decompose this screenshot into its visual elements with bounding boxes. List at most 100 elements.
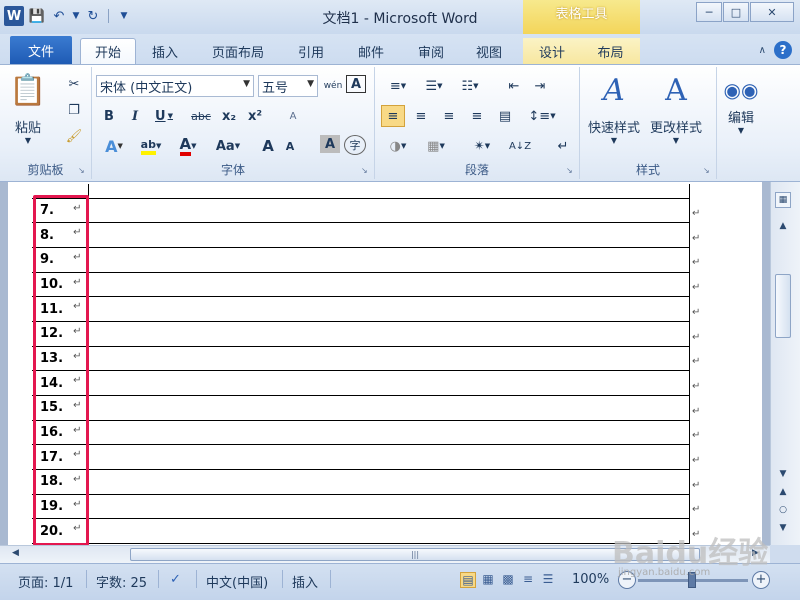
bold-button[interactable]: B (98, 105, 120, 127)
row-number-cell[interactable]: 17. ↵ (32, 444, 89, 471)
table-row[interactable]: 14. ↵ (32, 370, 690, 396)
table-row[interactable]: 19. ↵ (32, 494, 690, 520)
tab-review[interactable]: 审阅 (406, 38, 456, 64)
row-body-cell[interactable] (88, 296, 690, 322)
align-left-button[interactable]: ≡ (381, 105, 405, 127)
row-number-cell[interactable]: 15. ↵ (32, 395, 89, 421)
language-status[interactable]: 中文(中国) (206, 572, 268, 591)
table-row[interactable]: 17. ↵ (32, 444, 690, 471)
row-number-cell[interactable]: 16. ↵ (32, 420, 89, 446)
distributed-button[interactable]: ▤ (493, 105, 517, 127)
styles-launcher-icon[interactable]: ↘ (703, 166, 713, 176)
table-row[interactable]: 8. ↵ (32, 222, 690, 248)
vertical-scroll-thumb[interactable] (775, 274, 791, 338)
browse-object-icon[interactable]: ○ (775, 502, 791, 518)
table-row[interactable]: 18. ↵ (32, 469, 690, 495)
row-number-cell[interactable]: 13. ↵ (32, 346, 89, 372)
paragraph-launcher-icon[interactable]: ↘ (566, 166, 576, 176)
row-body-cell[interactable] (88, 184, 690, 199)
show-marks-button[interactable]: ↵ (553, 135, 573, 157)
row-number-cell[interactable]: 11. ↵ (32, 296, 89, 322)
row-number-cell[interactable]: 14. ↵ (32, 370, 89, 396)
tab-table-layout[interactable]: 布局 (581, 38, 640, 64)
tab-table-design[interactable]: 设计 (523, 38, 581, 64)
clear-formatting-button[interactable]: A (282, 105, 304, 127)
document-page[interactable]: 7. ↵ 8. ↵ 9. ↵ 10. ↵ 11. ↵ 12. ↵ 13. ↵ 14. ↵ 15. ↵ 16. ↵ 17.… (8, 182, 762, 545)
row-body-cell[interactable] (88, 370, 690, 396)
table-row[interactable]: 11. ↵ (32, 296, 690, 322)
tab-insert[interactable]: 插入 (140, 38, 190, 64)
multilevel-list-button[interactable]: ☷ ▼ (455, 75, 485, 97)
editing-button[interactable]: ◉◉ 编辑 ▼ (723, 75, 759, 135)
row-number-cell[interactable]: 19. ↵ (32, 494, 89, 520)
paste-button[interactable]: 📋 粘贴 ▼ (9, 71, 46, 146)
page-count-status[interactable]: 页面: 1/1 (18, 572, 73, 591)
align-right-button[interactable]: ≡ (437, 105, 461, 127)
numbered-table[interactable]: 7. ↵ 8. ↵ 9. ↵ 10. ↵ 11. ↵ 12. ↵ 13. ↵ 14. ↵ 15. ↵ 16. ↵ 17.… (32, 184, 690, 545)
line-spacing-button[interactable]: ↕≡ ▼ (527, 105, 557, 127)
row-body-cell[interactable] (88, 321, 690, 347)
row-number-cell[interactable]: 9. ↵ (32, 247, 89, 273)
change-case-button[interactable]: Aa ▼ (210, 135, 246, 157)
row-body-cell[interactable] (88, 346, 690, 372)
character-border-button[interactable]: A (346, 75, 366, 93)
cut-button[interactable]: ✂ (64, 73, 84, 95)
table-row[interactable]: 12. ↵ (32, 321, 690, 347)
tab-file[interactable]: 文件 (10, 36, 72, 64)
font-color-button[interactable]: A ▼ (172, 135, 204, 157)
bullets-button[interactable]: ≡ ▼ (383, 75, 413, 97)
zoom-in-button[interactable]: + (752, 571, 770, 589)
table-row[interactable]: 13. ↵ (32, 346, 690, 372)
row-body-cell[interactable] (88, 272, 690, 298)
format-painter-button[interactable]: 🖌 (64, 125, 84, 147)
table-row[interactable]: 9. ↵ (32, 247, 690, 273)
proofing-icon[interactable]: ✓ (170, 572, 181, 587)
scroll-up-icon[interactable]: ▲ (775, 218, 791, 234)
next-page-icon[interactable]: ▼ (775, 520, 791, 536)
quick-styles-button[interactable]: A 快速样式 ▼ (588, 71, 640, 146)
row-number-cell[interactable] (32, 184, 89, 199)
minimize-ribbon-icon[interactable]: ∧ (759, 45, 766, 56)
insert-mode-status[interactable]: 插入 (292, 572, 318, 591)
print-layout-view-icon[interactable]: ▤ (460, 572, 476, 588)
maximize-button[interactable]: □ (723, 2, 749, 22)
shading-button[interactable]: ◑ ▼ (383, 135, 413, 157)
word-count-status[interactable]: 字数: 25 (96, 572, 147, 591)
row-body-cell[interactable] (88, 222, 690, 248)
row-body-cell[interactable] (88, 469, 690, 495)
italic-button[interactable]: I (124, 105, 146, 127)
table-row[interactable]: 20. ↵ (32, 518, 690, 545)
increase-indent-button[interactable]: ⇥ (529, 75, 551, 97)
text-effects-button[interactable]: A ▼ (98, 135, 130, 157)
superscript-button[interactable]: x² (244, 105, 266, 127)
highlight-button[interactable]: ab ▼ (134, 135, 168, 157)
align-center-button[interactable]: ≡ (409, 105, 433, 127)
row-body-cell[interactable] (88, 198, 690, 224)
minimize-button[interactable]: ─ (696, 2, 722, 22)
table-row[interactable]: 16. ↵ (32, 420, 690, 446)
table-row[interactable]: 10. ↵ (32, 272, 690, 298)
row-body-cell[interactable] (88, 420, 690, 446)
row-body-cell[interactable] (88, 494, 690, 520)
borders-button[interactable]: ▦ ▼ (421, 135, 451, 157)
character-shading-button[interactable]: A (320, 135, 340, 153)
help-icon[interactable]: ? (774, 41, 792, 59)
draft-view-icon[interactable]: ☰ (540, 572, 556, 588)
clipboard-launcher-icon[interactable]: ↘ (78, 166, 88, 176)
vertical-scrollbar[interactable]: ▦ ▲ ▼ ▲ ○ ▼ (770, 182, 800, 545)
asian-layout-button[interactable]: ✴ ▼ (467, 135, 497, 157)
row-number-cell[interactable]: 12. ↵ (32, 321, 89, 347)
subscript-button[interactable]: x₂ (218, 105, 240, 127)
close-button[interactable]: ✕ (750, 2, 794, 22)
decrease-indent-button[interactable]: ⇤ (503, 75, 525, 97)
table-row-partial[interactable] (32, 184, 690, 199)
change-styles-button[interactable]: A 更改样式 ▼ (650, 71, 702, 146)
full-screen-reading-view-icon[interactable]: ▦ (480, 572, 496, 588)
shrink-font-button[interactable]: A (280, 135, 300, 157)
table-row[interactable]: 15. ↵ (32, 395, 690, 421)
tab-mailings[interactable]: 邮件 (346, 38, 396, 64)
font-size-combo[interactable]: 五号 ▼ (258, 75, 318, 97)
row-number-cell[interactable]: 20. ↵ (32, 518, 89, 545)
enclose-characters-button[interactable]: 字 (344, 135, 366, 155)
row-number-cell[interactable]: 8. ↵ (32, 222, 89, 248)
